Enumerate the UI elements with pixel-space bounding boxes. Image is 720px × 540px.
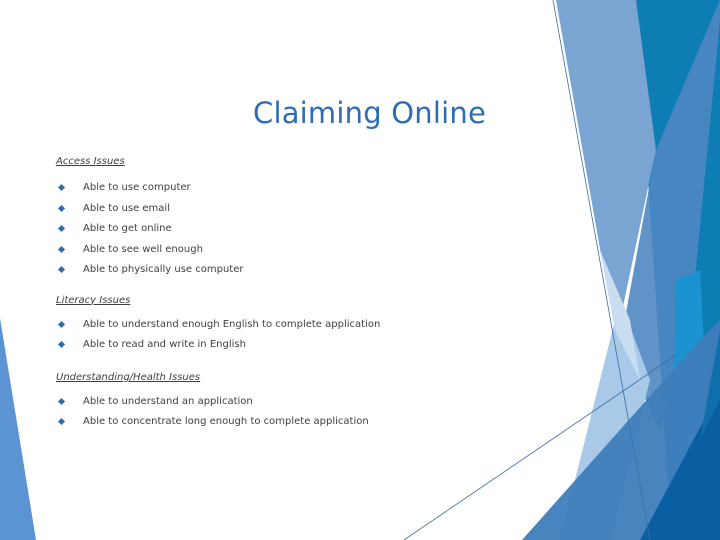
diamond-bullet-icon — [57, 397, 66, 405]
list-item: Able to get online — [56, 219, 476, 240]
list-item-text: Able to use computer — [83, 182, 191, 193]
list-item-text: Able to read and write in English — [83, 339, 246, 350]
list-item-text: Able to understand enough English to com… — [83, 318, 381, 330]
left-accent-shape — [0, 318, 36, 540]
diamond-bullet-icon — [57, 340, 66, 349]
list-item: Able to read and write in English — [56, 335, 476, 356]
slide: Claiming Online Access Issues Able to us… — [0, 0, 720, 540]
section-heading-access: Access Issues — [56, 156, 125, 167]
slide-title: Claiming Online — [253, 96, 486, 130]
section-heading-understanding: Understanding/Health Issues — [56, 371, 201, 383]
diamond-bullet-icon — [57, 183, 66, 192]
diamond-bullet-icon — [57, 204, 66, 212]
diamond-bullet-icon — [57, 265, 66, 274]
list-item-text: Able to physically use computer — [83, 264, 244, 275]
list-item-text: Able to understand an application — [83, 395, 253, 407]
diamond-bullet-icon — [57, 245, 66, 253]
slide-content: Access Issues Able to use computer Able … — [56, 154, 476, 433]
list-item: Able to use email — [56, 199, 476, 220]
list-item: Able to understand enough English to com… — [56, 315, 476, 336]
list-item: Able to see well enough — [56, 240, 476, 261]
list-item: Able to physically use computer — [56, 260, 476, 281]
list-item: Able to concentrate long enough to compl… — [56, 412, 476, 433]
section-heading-literacy: Literacy Issues — [56, 294, 131, 306]
diamond-bullet-icon — [57, 224, 66, 233]
list-item-text: Able to see well enough — [83, 243, 203, 255]
list-item: Able to use computer — [56, 178, 476, 199]
diamond-bullet-icon — [57, 320, 66, 328]
list-item-text: Able to get online — [83, 223, 172, 234]
diamond-bullet-icon — [57, 417, 66, 426]
list-item-text: Able to use email — [83, 202, 170, 214]
list-item-text: Able to concentrate long enough to compl… — [83, 416, 369, 427]
list-item: Able to understand an application — [56, 392, 476, 413]
